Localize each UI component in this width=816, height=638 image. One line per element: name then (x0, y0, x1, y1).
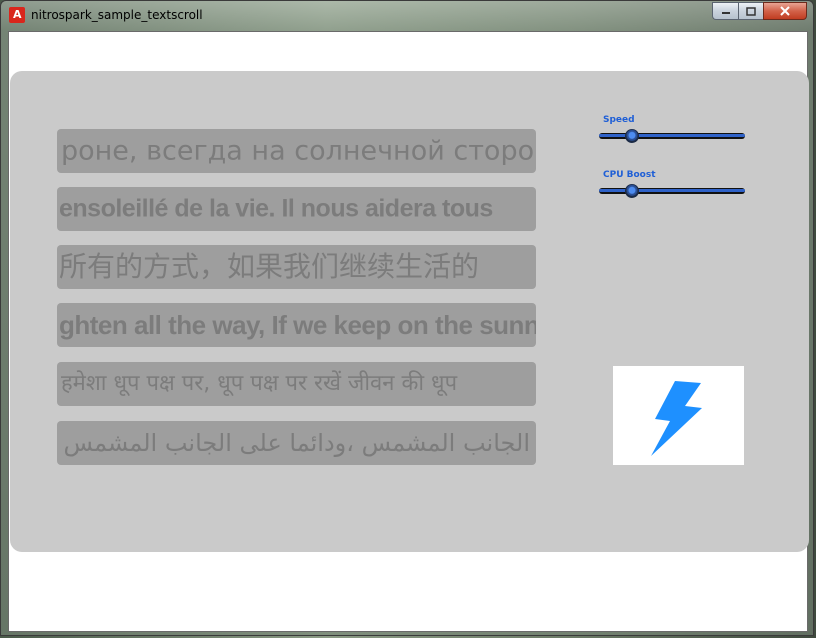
lightning-bolt-icon (651, 381, 702, 456)
scroll-text: हमेशा धूप पक्ष पर, धूप पक्ष पर रखें जीवन… (61, 371, 458, 396)
title-bar[interactable]: A nitrospark_sample_textscroll (1, 1, 813, 31)
maximize-icon (746, 6, 756, 16)
scroll-text: ensoleillé de la vie. Il nous aidera tou… (59, 194, 493, 223)
cpu-boost-slider[interactable] (599, 184, 745, 198)
speed-slider[interactable] (599, 129, 745, 143)
text-scroll-strip-hindi: हमेशा धूप पक्ष पर, धूप पक्ष पर रखें जीवन… (57, 362, 536, 406)
text-scroll-strip-arabic: الجانب المشمس ،ودائما على الجانب المشمس (57, 421, 536, 465)
lightning-bolt-shape (651, 381, 702, 456)
text-scroll-strip-english: ghten all the way, If we keep on the sun… (57, 303, 536, 347)
main-panel: роне, всегда на солнечной стороне ensole… (10, 71, 809, 552)
speed-slider-fill (599, 134, 745, 137)
window-controls (712, 2, 807, 21)
cpu-boost-slider-fill (599, 189, 745, 192)
app-window: A nitrospark_sample_textscroll роне, все… (0, 0, 814, 636)
minimize-icon (721, 12, 730, 14)
nitrospark-logo (613, 366, 744, 465)
scroll-text: الجانب المشمس ،ودائما على الجانب المشمس (63, 429, 530, 457)
cpu-boost-slider-thumb[interactable] (625, 184, 639, 198)
text-scroll-strip-chinese: 所有的方式，如果我们继续生活的 (57, 245, 536, 289)
text-scroll-strip-russian: роне, всегда на солнечной стороне (57, 129, 536, 173)
client-area: роне, всегда на солнечной стороне ensole… (8, 31, 809, 632)
close-icon (780, 6, 790, 16)
window-title: nitrospark_sample_textscroll (31, 8, 203, 22)
maximize-button[interactable] (738, 2, 763, 20)
close-button[interactable] (763, 2, 807, 20)
adobe-air-icon: A (9, 7, 25, 23)
text-scroll-strip-french: ensoleillé de la vie. Il nous aidera tou… (57, 187, 536, 231)
scroll-text: ghten all the way, If we keep on the sun… (59, 310, 536, 340)
scroll-text: роне, всегда на солнечной стороне (61, 135, 536, 167)
cpu-boost-label: CPU Boost (603, 170, 656, 180)
minimize-button[interactable] (712, 2, 738, 20)
speed-slider-thumb[interactable] (625, 129, 639, 143)
speed-label: Speed (603, 115, 635, 125)
scroll-text: 所有的方式，如果我们继续生活的 (59, 250, 480, 283)
